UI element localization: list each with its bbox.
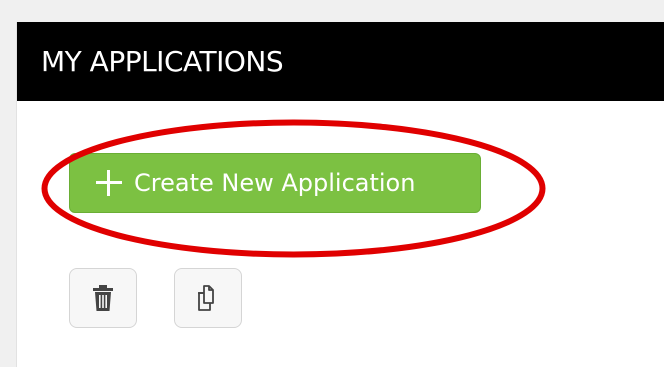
page-title: MY APPLICATIONS — [41, 45, 284, 78]
plus-icon — [96, 170, 122, 196]
delete-button[interactable] — [69, 268, 137, 328]
page-header: MY APPLICATIONS — [17, 22, 664, 101]
create-new-application-button[interactable]: Create New Application — [69, 153, 481, 213]
trash-icon — [93, 285, 113, 311]
copy-button[interactable] — [174, 268, 242, 328]
copy-icon — [198, 285, 214, 311]
create-button-label: Create New Application — [134, 169, 416, 197]
applications-panel: MY APPLICATIONS Create New Application — [16, 22, 664, 367]
